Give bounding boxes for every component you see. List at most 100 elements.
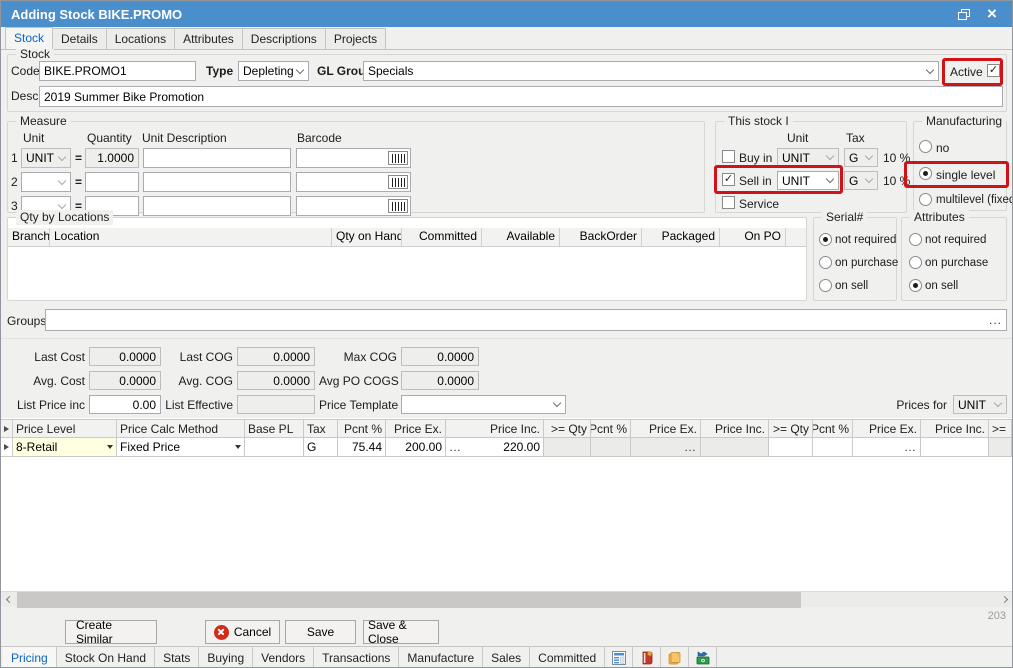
ge-qty-cell-3[interactable] [769,438,813,457]
restore-window-button[interactable] [950,3,978,25]
price-template-select[interactable] [401,395,566,414]
last-cog-field: 0.0000 [237,347,315,366]
serial-on-sell-radio[interactable] [819,279,832,292]
attributes-on-purchase-radio[interactable] [909,256,922,269]
copy-documents-tab-button[interactable] [661,647,689,668]
measure-desc-input-2[interactable] [143,172,291,192]
groups-input[interactable]: ... [45,309,1007,331]
sell-tax-select[interactable]: G [844,171,878,190]
tab-details[interactable]: Details [52,28,107,49]
promotion-tab-button[interactable] [689,647,717,668]
tab-pricing[interactable]: Pricing [3,647,57,668]
buy-unit-select[interactable]: UNIT [777,148,839,167]
sell-in-checkbox[interactable] [722,173,735,186]
measure-qty-input-2[interactable] [85,172,139,192]
active-checkbox[interactable] [987,64,1000,77]
measure-unit-select-1[interactable]: UNIT [21,148,71,168]
max-cog-field: 0.0000 [401,347,479,366]
attributes-on-sell-radio[interactable] [909,279,922,292]
manufacturing-no-radio[interactable] [919,140,932,153]
col-pcnt-3: Pcnt % [813,419,853,438]
last-cost-value: 0.0000 [119,350,156,364]
tab-stock-on-hand[interactable]: Stock On Hand [57,647,155,668]
last-cog-label: Last COG [161,350,233,364]
create-similar-button[interactable]: Create Similar [65,620,157,644]
type-select[interactable]: Depleting [238,61,309,81]
price-ex-ellipsis-button-3[interactable]: … [904,440,917,454]
tab-stock[interactable]: Stock [5,27,53,49]
attributes-not-required-radio[interactable] [909,233,922,246]
measure-barcode-input-1[interactable] [296,148,411,168]
price-level-cell[interactable]: 8-Retail [13,438,117,457]
barcode-icon[interactable] [388,175,408,189]
manufacturing-single-radio[interactable] [919,167,932,180]
tab-manufacture[interactable]: Manufacture [399,647,483,668]
price-ex-cell[interactable]: 200.00 [386,438,446,457]
price-ex-cell-3[interactable]: … [853,438,921,457]
tab-committed[interactable]: Committed [530,647,605,668]
service-checkbox[interactable] [722,196,735,209]
price-book-tab-button[interactable] [633,647,661,668]
section-divider [1,338,1012,339]
tax-cell[interactable]: G [304,438,338,457]
col-backorder: BackOrder [560,228,642,246]
save-close-button[interactable]: Save & Close [363,620,439,644]
desc-input[interactable]: 2019 Summer Bike Promotion [39,86,1003,107]
tab-sales[interactable]: Sales [483,647,530,668]
tab-attributes[interactable]: Attributes [174,28,243,49]
scrollbar-thumb[interactable] [17,592,801,608]
promotion-icon [695,650,711,666]
price-calc-method-cell[interactable]: Fixed Price [117,438,245,457]
barcode-icon[interactable] [388,151,408,165]
base-pl-cell[interactable] [245,438,304,457]
price-ex-ellipsis-button-2[interactable]: … [684,440,697,454]
buy-tax-select[interactable]: G [844,148,878,167]
desc-value: 2019 Summer Bike Promotion [44,90,204,104]
list-price-inc-input[interactable]: 0.00 [89,395,161,414]
cancel-button[interactable]: Cancel [205,620,280,644]
groups-ellipsis-button[interactable]: ... [989,313,1002,327]
title-bar: Adding Stock BIKE.PROMO [1,1,1012,27]
sell-tax-value: G [849,174,858,188]
row-marker-icon [4,444,9,450]
price-ex-ellipsis-button[interactable]: … [449,440,462,454]
tab-vendors[interactable]: Vendors [253,647,314,668]
price-inc-cell[interactable]: …220.00 [446,438,544,457]
barcode-icon[interactable] [388,199,408,213]
manufacturing-multi-radio[interactable] [919,193,932,206]
list-effective-field [237,395,315,414]
price-ex-cell-2[interactable]: … [631,438,701,457]
serial-not-required-radio[interactable] [819,233,832,246]
col-location: Location [50,228,332,246]
sell-unit-select[interactable]: UNIT [777,171,839,190]
close-window-button[interactable] [978,3,1006,25]
tab-buying[interactable]: Buying [199,647,253,668]
price-inc-cell-3[interactable] [921,438,989,457]
dropdown-arrow-icon[interactable] [107,445,113,449]
row-marker-cell [1,438,13,457]
prices-for-select[interactable]: UNIT [953,395,1007,414]
tab-stats[interactable]: Stats [155,647,199,668]
tab-projects[interactable]: Projects [325,28,386,49]
tab-locations[interactable]: Locations [106,28,175,49]
pcnt-cell-3[interactable] [813,438,853,457]
price-level-value: 8-Retail [16,440,57,454]
measure-desc-input-1[interactable] [143,148,291,168]
buy-in-checkbox[interactable] [722,150,735,163]
save-button[interactable]: Save [285,620,356,644]
scroll-right-button[interactable] [996,592,1012,608]
dropdown-arrow-icon[interactable] [235,445,241,449]
measure-barcode-input-2[interactable] [296,172,411,192]
measure-barcode-input-3[interactable] [296,196,411,216]
measure-unit-select-2[interactable] [21,172,71,192]
tab-descriptions[interactable]: Descriptions [242,28,326,49]
buy-tax-value: G [849,151,858,165]
scroll-left-button[interactable] [1,592,17,608]
report-form-tab-button[interactable] [605,647,633,668]
code-input[interactable]: BIKE.PROMO1 [39,61,196,81]
serial-on-purchase-radio[interactable] [819,256,832,269]
measure-desc-input-3[interactable] [143,196,291,216]
gl-group-select[interactable]: Specials [363,61,939,81]
pcnt-cell[interactable]: 75.44 [338,438,386,457]
tab-transactions[interactable]: Transactions [314,647,399,668]
